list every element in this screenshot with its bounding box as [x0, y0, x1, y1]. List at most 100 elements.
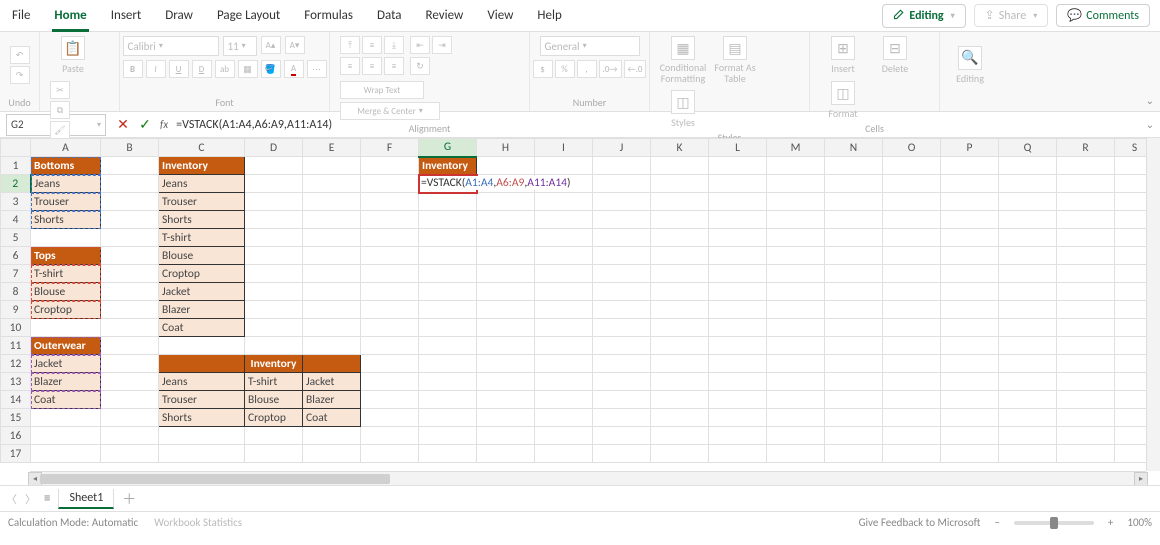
cell-H8[interactable] — [477, 283, 535, 301]
align-center-button[interactable]: ≡ — [362, 57, 382, 75]
scroll-right-button[interactable]: ▸ — [1134, 472, 1148, 486]
cell-O13[interactable] — [883, 373, 941, 391]
align-right-button[interactable]: ≡ — [384, 57, 404, 75]
formula-input[interactable]: =VSTACK(A1:A4,A6:A9,A11:A14) — [172, 118, 1140, 132]
cell-E6[interactable] — [303, 247, 361, 265]
cell-I4[interactable] — [535, 211, 593, 229]
cell-H17[interactable] — [477, 445, 535, 463]
cell-C8[interactable]: Jacket — [159, 283, 245, 301]
cell-P3[interactable] — [941, 193, 999, 211]
cell-styles-button[interactable]: ◫Styles — [660, 90, 706, 129]
cell-D11[interactable] — [245, 337, 303, 355]
cell-K2[interactable] — [651, 175, 709, 193]
cell-R5[interactable] — [1057, 229, 1115, 247]
tab-review[interactable]: Review — [414, 0, 476, 32]
cell-H7[interactable] — [477, 265, 535, 283]
cell-F16[interactable] — [361, 427, 419, 445]
cell-K17[interactable] — [651, 445, 709, 463]
col-header-D[interactable]: D — [245, 139, 303, 157]
cell-E2[interactable] — [303, 175, 361, 193]
cell-L13[interactable] — [709, 373, 767, 391]
cell-I1[interactable] — [535, 157, 593, 175]
cell-B10[interactable] — [101, 319, 159, 337]
cell-E1[interactable] — [303, 157, 361, 175]
cell-L9[interactable] — [709, 301, 767, 319]
cell-F7[interactable] — [361, 265, 419, 283]
tab-view[interactable]: View — [475, 0, 525, 32]
cell-I8[interactable] — [535, 283, 593, 301]
cell-K3[interactable] — [651, 193, 709, 211]
cell-F13[interactable] — [361, 373, 419, 391]
cell-L17[interactable] — [709, 445, 767, 463]
cell-D4[interactable] — [245, 211, 303, 229]
col-header-E[interactable]: E — [303, 139, 361, 157]
cell-Q3[interactable] — [999, 193, 1057, 211]
align-left-button[interactable]: ≡ — [340, 57, 360, 75]
cell-R3[interactable] — [1057, 193, 1115, 211]
cell-Q10[interactable] — [999, 319, 1057, 337]
tab-file[interactable]: File — [0, 0, 42, 32]
cell-G3[interactable] — [419, 193, 477, 211]
cell-M7[interactable] — [767, 265, 825, 283]
number-format-select[interactable]: General▾ — [540, 36, 640, 56]
cell-O1[interactable] — [883, 157, 941, 175]
cell-J3[interactable] — [593, 193, 651, 211]
col-header-F[interactable]: F — [361, 139, 419, 157]
cell-E13[interactable]: Jacket — [303, 373, 361, 391]
cell-O17[interactable] — [883, 445, 941, 463]
feedback-link[interactable]: Give Feedback to Microsoft — [859, 516, 981, 529]
cell-J5[interactable] — [593, 229, 651, 247]
cell-B7[interactable] — [101, 265, 159, 283]
cell-L1[interactable] — [709, 157, 767, 175]
cell-H12[interactable] — [477, 355, 535, 373]
tab-formulas[interactable]: Formulas — [292, 0, 365, 32]
cell-R8[interactable] — [1057, 283, 1115, 301]
cell-N11[interactable] — [825, 337, 883, 355]
cell-M15[interactable] — [767, 409, 825, 427]
format-as-table-button[interactable]: ▤Format As Table — [712, 36, 758, 84]
cell-R7[interactable] — [1057, 265, 1115, 283]
row-header-17[interactable]: 17 — [1, 445, 31, 463]
cell-G5[interactable] — [419, 229, 477, 247]
cell-C16[interactable] — [159, 427, 245, 445]
increase-decimal-button[interactable]: .0→ — [599, 60, 622, 78]
cell-R6[interactable] — [1057, 247, 1115, 265]
align-top-button[interactable]: ⤒ — [340, 36, 360, 54]
expand-formula-bar-button[interactable]: ⌄ — [1140, 118, 1160, 131]
cell-M6[interactable] — [767, 247, 825, 265]
cell-A1[interactable]: Bottoms — [31, 157, 101, 175]
cell-M8[interactable] — [767, 283, 825, 301]
format-cells-button[interactable]: ◫Format — [820, 81, 866, 120]
cell-G1[interactable]: Inventory — [419, 157, 477, 175]
cell-K4[interactable] — [651, 211, 709, 229]
col-header-C[interactable]: C — [159, 139, 245, 157]
add-sheet-button[interactable]: ＋ — [122, 489, 136, 509]
cell-R15[interactable] — [1057, 409, 1115, 427]
cell-N14[interactable] — [825, 391, 883, 409]
cell-I9[interactable] — [535, 301, 593, 319]
cell-R13[interactable] — [1057, 373, 1115, 391]
cell-D10[interactable] — [245, 319, 303, 337]
cell-O9[interactable] — [883, 301, 941, 319]
prev-sheet-button[interactable]: 〈 — [6, 491, 17, 507]
cell-A14[interactable]: Coat — [31, 391, 101, 409]
cell-H3[interactable] — [477, 193, 535, 211]
cell-M11[interactable] — [767, 337, 825, 355]
fill-color-button[interactable]: 🪣 — [261, 60, 281, 78]
decrease-decimal-button[interactable]: ←.0 — [624, 60, 647, 78]
cell-L15[interactable] — [709, 409, 767, 427]
tab-data[interactable]: Data — [365, 0, 414, 32]
cell-A17[interactable] — [31, 445, 101, 463]
cell-J2[interactable] — [593, 175, 651, 193]
cell-K12[interactable] — [651, 355, 709, 373]
editing-mode-button[interactable]: Editing ▾ — [882, 4, 965, 28]
cell-J12[interactable] — [593, 355, 651, 373]
row-header-5[interactable]: 5 — [1, 229, 31, 247]
cell-P9[interactable] — [941, 301, 999, 319]
cell-A16[interactable] — [31, 427, 101, 445]
cell-I12[interactable] — [535, 355, 593, 373]
cell-D13[interactable]: T-shirt — [245, 373, 303, 391]
increase-font-button[interactable]: A▴ — [261, 36, 281, 54]
cell-A9[interactable]: Croptop — [31, 301, 101, 319]
cell-K16[interactable] — [651, 427, 709, 445]
